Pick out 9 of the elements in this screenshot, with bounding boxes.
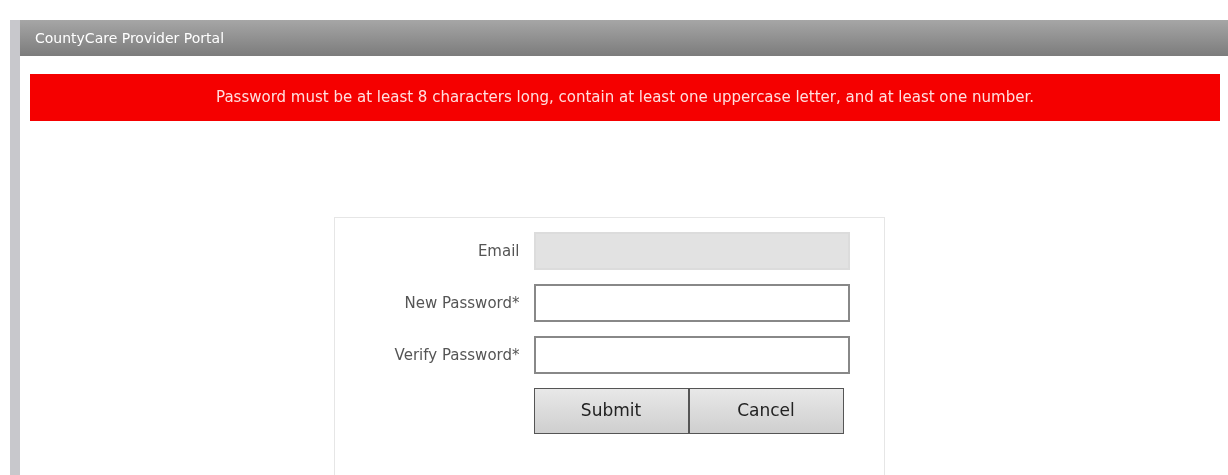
- input-field[interactable]: [533, 336, 850, 374]
- field-label: New Password*: [403, 292, 520, 314]
- field-label: Verify Password*: [393, 344, 520, 366]
- cancel-button[interactable]: Cancel: [688, 388, 844, 434]
- field-label: Email: [476, 240, 520, 262]
- window-title: CountyCare Provider Portal: [20, 20, 1228, 56]
- error-banner: Password must be at least 8 characters long, contain at least one uppercase letter, and at least one number.: [30, 74, 1220, 121]
- submit-button[interactable]: Submit: [533, 388, 689, 434]
- input-field[interactable]: [533, 284, 850, 322]
